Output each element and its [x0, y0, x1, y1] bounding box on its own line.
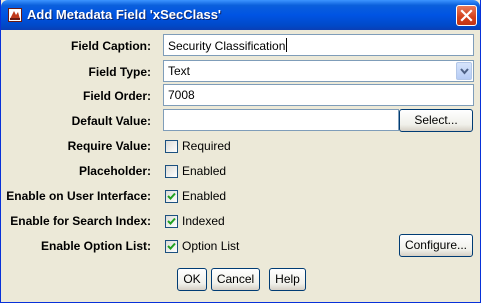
required-checkbox-label: Required — [182, 139, 231, 153]
cancel-button[interactable]: Cancel — [211, 268, 260, 291]
enable-search-checkbox-label: Indexed — [182, 214, 225, 228]
app-icon — [8, 8, 22, 22]
default-value-label: Default Value: — [71, 114, 151, 128]
close-button[interactable] — [456, 5, 477, 26]
text-caret — [286, 38, 288, 52]
field-type-select[interactable]: Text — [163, 60, 474, 82]
field-caption-input[interactable]: Security Classification — [163, 34, 474, 56]
enable-option-list-label: Enable Option List: — [41, 239, 151, 253]
chevron-down-icon — [460, 68, 469, 75]
field-type-value: Text — [168, 64, 191, 78]
field-order-input[interactable]: 7008 — [163, 84, 474, 106]
title-bar[interactable]: Add Metadata Field 'xSecClass' — [1, 0, 480, 30]
placeholder-checkbox-label: Enabled — [182, 164, 227, 178]
field-caption-value: Security Classification — [168, 39, 286, 53]
window-title: Add Metadata Field 'xSecClass' — [27, 7, 222, 22]
field-order-value: 7008 — [168, 88, 195, 102]
field-order-label: Field Order: — [82, 89, 151, 103]
field-type-label: Field Type: — [88, 65, 151, 79]
checkmark-icon — [167, 217, 176, 225]
select-button[interactable]: Select... — [399, 109, 473, 132]
option-list-checkbox[interactable] — [165, 240, 178, 253]
dropdown-button[interactable] — [456, 62, 472, 80]
help-button[interactable]: Help — [269, 268, 306, 291]
enable-search-checkbox[interactable] — [165, 215, 178, 228]
enable-ui-checkbox-label: Enabled — [182, 189, 227, 203]
option-list-checkbox-label: Option List — [182, 239, 240, 253]
field-caption-label: Field Caption: — [71, 39, 151, 53]
required-checkbox[interactable] — [165, 140, 178, 153]
ok-button[interactable]: OK — [177, 268, 207, 291]
enable-search-label: Enable for Search Index: — [10, 214, 151, 228]
placeholder-checkbox[interactable] — [165, 165, 178, 178]
configure-button[interactable]: Configure... — [399, 234, 473, 257]
checkmark-icon — [167, 192, 176, 200]
checkmark-icon — [167, 242, 176, 250]
close-icon — [460, 9, 473, 22]
require-value-label: Require Value: — [67, 139, 151, 153]
enable-ui-checkbox[interactable] — [165, 190, 178, 203]
enable-ui-label: Enable on User Interface: — [6, 189, 151, 203]
dialog-window: Add Metadata Field 'xSecClass' Field Cap… — [0, 0, 481, 303]
placeholder-label: Placeholder: — [78, 164, 151, 178]
default-value-input[interactable] — [163, 109, 399, 131]
